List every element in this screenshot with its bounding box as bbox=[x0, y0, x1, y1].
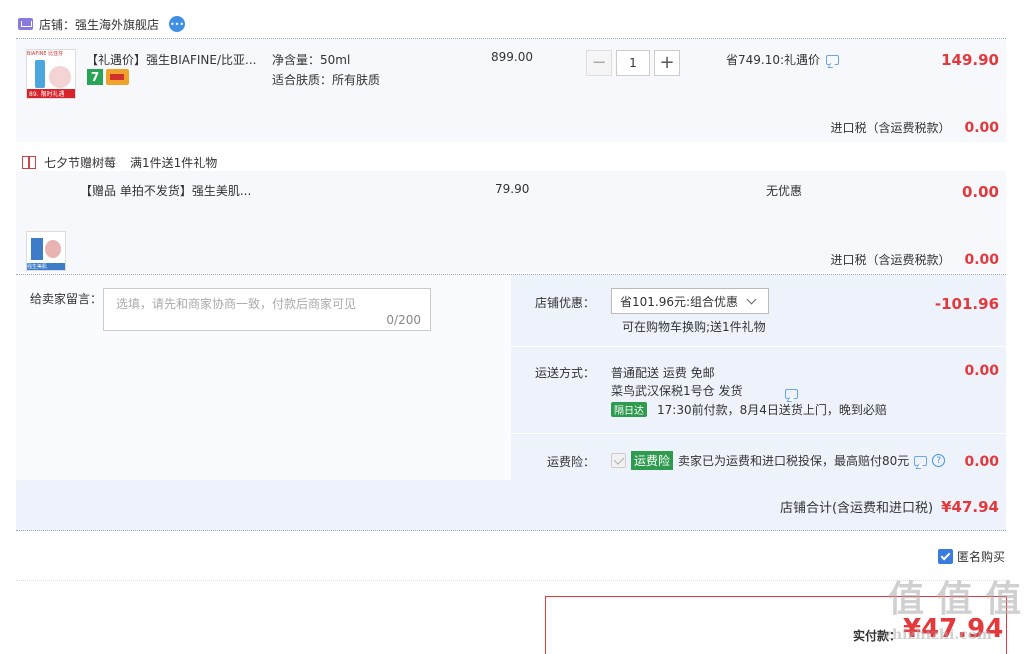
insurance-badge: 运费险 bbox=[631, 451, 674, 470]
shipping-method: 普通配送 运费 免邮 bbox=[611, 366, 715, 380]
chevron-down-icon bbox=[746, 294, 757, 304]
thumb-price-text: 89. bbox=[29, 91, 39, 98]
gift-item-thumbnail[interactable]: 强生美肌 bbox=[26, 231, 66, 271]
divider bbox=[511, 433, 1006, 434]
gift-thumb-banner: 强生美肌 bbox=[27, 263, 65, 270]
help-icon[interactable]: ? bbox=[932, 454, 946, 467]
wangwang-chat-icon[interactable]: ••• bbox=[169, 16, 186, 32]
discount-info-icon[interactable] bbox=[826, 54, 840, 65]
gift-import-tax-value: 0.00 bbox=[964, 251, 999, 268]
item-spec-volume: 净含量：50ml bbox=[272, 53, 351, 67]
gift-item-unit-price: 79.90 bbox=[495, 182, 530, 196]
coupon-note: 可在购物车换购;送1件礼物 bbox=[622, 320, 766, 334]
anonymous-purchase[interactable]: 匿名购买 bbox=[937, 548, 1005, 565]
seven-day-return-icon: 7 bbox=[87, 69, 103, 85]
coupon-label: 店铺优惠： bbox=[535, 296, 596, 310]
thumb-price-banner: 89. 限时礼遇 bbox=[27, 89, 75, 98]
shop-label: 店铺： bbox=[39, 17, 76, 32]
gift-item-discount: 无优惠 bbox=[766, 184, 803, 198]
item-service-badges: 7 bbox=[87, 69, 129, 85]
coupon-info-icon[interactable] bbox=[785, 388, 798, 399]
item-spec-skin: 适合肤质：所有肤质 bbox=[272, 73, 381, 87]
anonymous-checkbox[interactable] bbox=[937, 549, 953, 564]
insurance-text: 卖家已为运费和进口税投保，最高赔付80元 bbox=[678, 454, 910, 468]
shipping-value: 0.00 bbox=[964, 363, 999, 379]
gift-icon bbox=[22, 156, 36, 169]
gift-promo-label: 七夕节赠树莓 bbox=[44, 156, 117, 170]
shop-header: 店铺： 强生海外旗舰店 ••• bbox=[18, 14, 186, 34]
gift-item-title[interactable]: 【赠品 单拍不发货】强生美肌... bbox=[80, 182, 260, 199]
gift-figure-image bbox=[45, 240, 61, 258]
insurance-chat-icon[interactable] bbox=[914, 455, 928, 466]
gift-promo-header: 七夕节赠树莓 满1件送1件礼物 bbox=[22, 154, 217, 171]
next-day-delivery-badge: 隔日达 bbox=[611, 402, 647, 417]
shop-total: 店铺合计(含运费和进口税) ¥47.94 bbox=[779, 497, 999, 517]
item-thumbnail[interactable]: BIAFINE 比亚芬 89. 限时礼遇 bbox=[26, 49, 76, 99]
product-tube-image bbox=[35, 60, 45, 88]
divider bbox=[16, 580, 1006, 581]
coupon-select[interactable]: 省101.96元:组合优惠 bbox=[611, 288, 769, 314]
watermark-url: zhizhizhi.com bbox=[884, 627, 992, 643]
item-discount: 省749.10:礼遇价 bbox=[726, 51, 840, 68]
item-discount-text: 省749.10:礼遇价 bbox=[726, 53, 821, 67]
item-title[interactable]: 【礼遇价】强生BIAFINE/比亚... bbox=[86, 51, 266, 68]
message-label: 给卖家留言： bbox=[30, 292, 103, 306]
gift-product-image bbox=[31, 238, 43, 260]
shipping-warehouse: 菜鸟武汉保税1号仓 发货 bbox=[611, 384, 743, 398]
shop-total-label: 店铺合计(含运费和进口税) bbox=[779, 501, 934, 516]
item-subtotal: 149.90 bbox=[941, 51, 999, 69]
quantity-input[interactable]: 1 bbox=[616, 50, 650, 76]
gift-item-subtotal: 0.00 bbox=[961, 183, 999, 201]
shipping-delivery: 隔日达 17:30前付款，8月4日送货上门，晚到必赔 bbox=[611, 401, 887, 418]
message-placeholder: 选填，请先和商家协商一致，付款后商家可见 bbox=[116, 297, 357, 311]
shop-icon bbox=[18, 18, 33, 30]
quantity-stepper: − 1 + bbox=[586, 50, 680, 76]
shipping-delivery-text: 17:30前付款，8月4日送货上门，晚到必赔 bbox=[657, 403, 887, 417]
divider bbox=[511, 346, 1006, 347]
gift-import-tax-label: 进口税（含运费税款） bbox=[830, 253, 951, 267]
import-tax-row: 进口税（含运费税款） 0.00 bbox=[830, 119, 999, 136]
coupon-value: -101.96 bbox=[934, 295, 999, 313]
insurance-value: 0.00 bbox=[964, 454, 999, 470]
decrease-qty-button[interactable]: − bbox=[586, 50, 612, 76]
import-tax-label: 进口税（含运费税款） bbox=[830, 121, 951, 135]
gift-import-tax-row: 进口税（含运费税款） 0.00 bbox=[830, 251, 999, 268]
item-unit-price: 899.00 bbox=[491, 50, 533, 64]
gift-promo-desc: 满1件送1件礼物 bbox=[130, 156, 218, 170]
anonymous-label[interactable]: 匿名购买 bbox=[957, 548, 1005, 565]
shop-total-value: ¥47.94 bbox=[941, 497, 999, 516]
thumb-promo-text: 限时礼遇 bbox=[40, 91, 65, 98]
message-textarea[interactable]: 选填，请先和商家协商一致，付款后商家可见 0/200 bbox=[103, 288, 431, 331]
shipping-label: 运送方式： bbox=[535, 366, 596, 380]
message-counter: 0/200 bbox=[386, 313, 421, 327]
thumb-brand-text: BIAFINE 比亚芬 bbox=[27, 50, 75, 58]
coupon-selected: 省101.96元:组合优惠 bbox=[620, 294, 739, 309]
shop-name[interactable]: 强生海外旗舰店 bbox=[75, 16, 159, 33]
product-figure-image bbox=[49, 66, 71, 88]
insurance-row: 运费险 卖家已为运费和进口税投保，最高赔付80元 ? bbox=[611, 451, 946, 470]
insurance-label: 运费险： bbox=[547, 455, 596, 469]
watermark-logo: 值 值 值 bbox=[888, 578, 1022, 620]
increase-qty-button[interactable]: + bbox=[654, 50, 680, 76]
import-tax-value: 0.00 bbox=[964, 119, 999, 136]
credit-card-icon bbox=[106, 69, 129, 85]
insurance-checkbox[interactable] bbox=[611, 453, 626, 468]
